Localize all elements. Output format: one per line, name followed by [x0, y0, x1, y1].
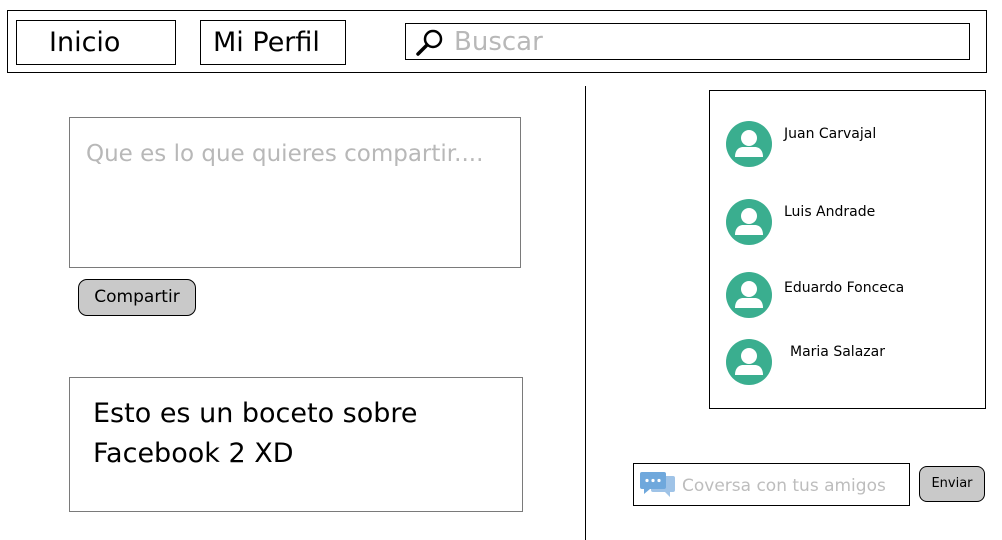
chat-box — [633, 463, 910, 506]
column-divider — [585, 86, 586, 540]
friend-name: Luis Andrade — [784, 204, 876, 220]
friend-item-luis-andrade[interactable]: Luis Andrade — [726, 199, 976, 245]
friends-list: Juan Carvajal Luis Andrade Eduardo Fonce… — [709, 90, 986, 409]
friend-item-eduardo-fonceca[interactable]: Eduardo Fonceca — [726, 272, 976, 318]
friend-item-juan-carvajal[interactable]: Juan Carvajal — [726, 121, 976, 167]
user-avatar-icon — [726, 121, 772, 167]
post-card: Esto es un boceto sobre Facebook 2 XD — [69, 377, 523, 512]
friend-item-maria-salazar[interactable]: Maria Salazar — [726, 339, 976, 385]
friend-name: Maria Salazar — [790, 344, 885, 360]
chat-bubbles-icon — [640, 472, 675, 497]
post-text: Esto es un boceto sobre Facebook 2 XD — [93, 398, 418, 469]
nav-profile-button[interactable]: Mi Perfil — [200, 20, 346, 65]
post-composer-input[interactable] — [86, 136, 506, 251]
user-avatar-icon — [726, 272, 772, 318]
friend-name: Eduardo Fonceca — [784, 280, 905, 296]
user-avatar-icon — [726, 339, 772, 385]
search-icon[interactable] — [416, 28, 444, 56]
friend-name: Juan Carvajal — [784, 126, 877, 142]
post-composer — [69, 117, 521, 268]
search-bar — [405, 23, 970, 60]
share-button[interactable]: Compartir — [78, 279, 196, 316]
chat-input[interactable] — [682, 473, 904, 499]
top-navigation-bar: Inicio Mi Perfil — [7, 10, 987, 73]
user-avatar-icon — [726, 199, 772, 245]
send-button[interactable]: Enviar — [919, 466, 985, 502]
nav-home-button[interactable]: Inicio — [16, 20, 176, 65]
search-input[interactable] — [454, 24, 959, 59]
